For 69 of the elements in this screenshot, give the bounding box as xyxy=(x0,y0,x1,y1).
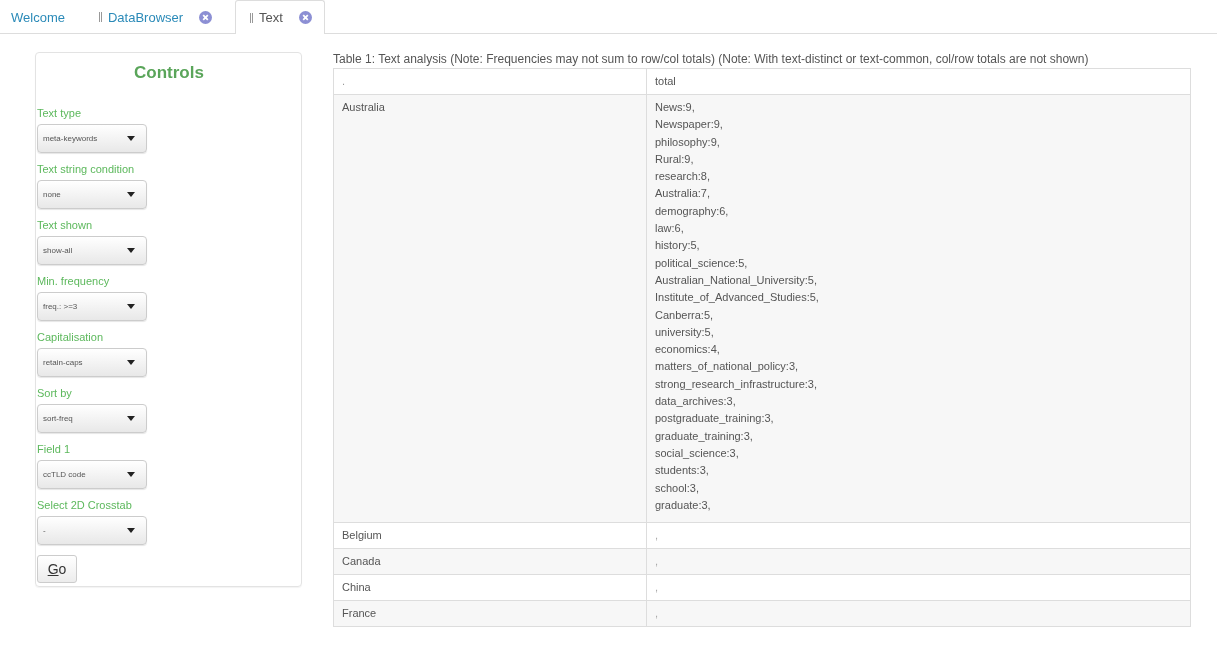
table-cell-line: economics:4, xyxy=(655,342,721,358)
table-cell: Australia xyxy=(333,94,647,523)
caret-icon xyxy=(127,248,135,253)
table-cell-line: strong_research_infrastructure:3, xyxy=(655,376,819,392)
caret-icon xyxy=(127,192,135,197)
table-cell: , xyxy=(646,548,1191,575)
table-cell: , xyxy=(646,574,1191,601)
table-cell-line: research:8, xyxy=(655,169,712,185)
table-cell-line: Institute_of_Advanced_Studies:5, xyxy=(655,290,820,306)
table-cell-line: school:3, xyxy=(655,480,701,496)
panel-title: Controls xyxy=(133,63,205,83)
close-icon[interactable] xyxy=(199,10,213,24)
field-label: Text string condition xyxy=(37,163,136,176)
table-cell-line: demography:6, xyxy=(655,203,730,219)
table-cell-line: political_science:5, xyxy=(655,255,749,271)
dropdown[interactable]: ccTLD code xyxy=(37,460,147,489)
dropdown[interactable]: meta-keywords xyxy=(37,124,147,153)
table-cell-line: Australia:7, xyxy=(655,186,712,202)
table-cell-line: Rural:9, xyxy=(655,151,695,167)
table-cell-line: graduate_training:3, xyxy=(655,428,754,444)
table-cell: Belgium xyxy=(333,522,647,549)
table-cell-line: Canberra:5, xyxy=(655,307,715,323)
table-cell-line: philosophy:9, xyxy=(655,134,721,150)
table-cell-line: law:6, xyxy=(655,221,685,237)
field-label: Capitalisation xyxy=(37,331,105,344)
dropdown[interactable]: none xyxy=(37,180,147,209)
caret-icon xyxy=(127,472,135,477)
table-cell-line: students:3, xyxy=(655,463,710,479)
field-label: Sort by xyxy=(37,387,73,400)
caret-icon xyxy=(127,360,135,365)
table-cell-line: postgraduate_training:3, xyxy=(655,411,775,427)
caret-icon xyxy=(127,528,135,533)
tab[interactable]: Welcome xyxy=(0,0,78,33)
table-cell-line: graduate:3, xyxy=(655,497,712,513)
tab[interactable]: DataBrowser xyxy=(87,0,226,33)
dropdown[interactable]: sort-freq xyxy=(37,404,147,433)
field-label: Field 1 xyxy=(37,443,72,456)
go-button[interactable]: Go xyxy=(37,555,77,583)
table-cell: France xyxy=(333,600,647,627)
dropdown[interactable]: freq.: >=3 xyxy=(37,292,147,321)
field-label: Text shown xyxy=(37,219,94,232)
caret-icon xyxy=(127,416,135,421)
table-cell-line: university:5, xyxy=(655,324,715,340)
field-label: Text type xyxy=(37,107,83,120)
dropdown[interactable]: show-all xyxy=(37,236,147,265)
column-header: . xyxy=(333,68,647,95)
table-cell-line: history:5, xyxy=(655,238,701,254)
drag-handle-icon[interactable] xyxy=(98,12,102,22)
drag-handle-icon[interactable] xyxy=(250,12,254,23)
table-cell: , xyxy=(646,600,1191,627)
caret-icon xyxy=(127,304,135,309)
field-label: Select 2D Crosstab xyxy=(37,499,133,512)
dropdown[interactable]: retain-caps xyxy=(37,348,147,377)
table-cell: , xyxy=(646,522,1191,549)
column-header: total xyxy=(646,68,1191,95)
table-caption: Table 1: Text analysis (Note: Frequencies may not sum to row/col totals) (Note: With text-distinct or text-common, col/row totals are not shown) xyxy=(333,52,1090,66)
table-cell: Canada xyxy=(333,548,647,575)
table-cell-line: Australian_National_University:5, xyxy=(655,272,819,288)
field-label: Min. frequency xyxy=(37,275,111,288)
caret-icon xyxy=(127,136,135,141)
tab[interactable]: Text xyxy=(235,0,325,34)
table-cell: China xyxy=(333,574,647,601)
table-cell-line: Newspaper:9, xyxy=(655,117,724,133)
table-cell-line: matters_of_national_policy:3, xyxy=(655,359,800,375)
table-cell-line: News:9, xyxy=(655,100,696,115)
close-icon[interactable] xyxy=(298,11,312,24)
table-cell-line: social_science:3, xyxy=(655,445,740,461)
table-cell-line: data_archives:3, xyxy=(655,394,737,410)
dropdown[interactable]: - xyxy=(37,516,147,545)
